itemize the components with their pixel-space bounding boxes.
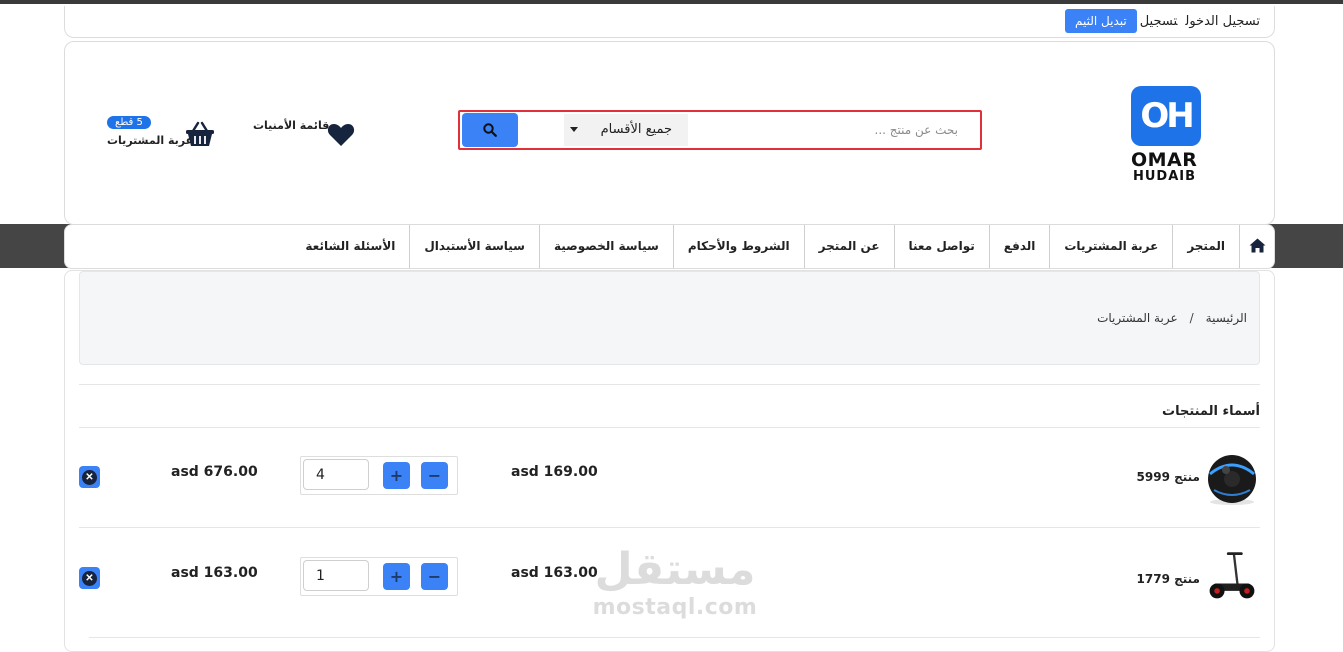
nav-item-terms[interactable]: الشروط والأحكام (672, 225, 804, 268)
increase-quantity-button[interactable]: + (383, 462, 410, 489)
chevron-down-icon (570, 127, 578, 132)
quantity-input[interactable] (303, 560, 369, 591)
remove-item-button[interactable]: ✕ (79, 567, 100, 589)
wishlist-link[interactable]: قائمة الأمنيات (253, 116, 363, 150)
search-button[interactable] (462, 113, 518, 147)
product-name[interactable]: منتج 5999 (1137, 470, 1200, 484)
nav-home[interactable] (1239, 225, 1274, 268)
watermark: مستقل mostaql.com (590, 545, 760, 625)
close-icon: ✕ (82, 470, 97, 485)
main-nav: المتجر عربة المشتريات الدفع تواصل معنا ع… (64, 224, 1275, 269)
top-strip (0, 0, 1343, 4)
product-image[interactable] (1204, 548, 1260, 604)
top-bar: تسجيل الدخول تسجيل تبديل الثيم (64, 6, 1275, 38)
logo-name-line2: HUDAIB (1133, 169, 1197, 184)
breadcrumb-current: عربة المشتريات (1097, 311, 1178, 325)
decrease-quantity-button[interactable]: − (421, 563, 448, 590)
basket-icon (186, 121, 214, 146)
product-name[interactable]: منتج 1779 (1137, 572, 1200, 586)
quantity-stepper: + − (300, 456, 458, 495)
cart-row: منتج 5999 asd 169.00 + − asd 676.00 ✕ (65, 428, 1274, 524)
line-total: asd 676.00 (171, 464, 258, 480)
decrease-quantity-button[interactable]: − (421, 462, 448, 489)
close-icon: ✕ (82, 571, 97, 586)
nav-item-privacy[interactable]: سياسة الخصوصية (538, 225, 673, 268)
breadcrumb-separator: / (1189, 311, 1194, 325)
register-link[interactable]: تسجيل (1140, 14, 1178, 29)
quantity-stepper: + − (300, 557, 458, 596)
remove-item-button[interactable]: ✕ (79, 466, 100, 488)
nav-item-contact[interactable]: تواصل معنا (893, 225, 989, 268)
logo-name-line1: OMAR (1131, 149, 1198, 171)
category-select[interactable]: جميع الأقسام (564, 114, 688, 146)
theme-toggle-button[interactable]: تبديل الثيم (1065, 9, 1137, 33)
line-total: asd 163.00 (171, 565, 258, 581)
nav-item-faq[interactable]: الأسئلة الشائعة (291, 225, 409, 268)
search-bar: جميع الأقسام (458, 110, 982, 150)
nav-item-returns[interactable]: سياسة الأستبدال (409, 225, 539, 268)
nav-item-cart[interactable]: عربة المشتريات (1049, 225, 1172, 268)
nav-item-checkout[interactable]: الدفع (988, 225, 1050, 268)
login-link[interactable]: تسجيل الدخول (1185, 14, 1260, 29)
divider (89, 637, 1260, 638)
heart-icon (327, 124, 355, 146)
cart-label: عربة المشتريات (107, 134, 194, 147)
divider (79, 384, 1260, 385)
wishlist-label: قائمة الأمنيات (253, 119, 330, 132)
nav-items: المتجر عربة المشتريات الدفع تواصل معنا ع… (291, 225, 1274, 268)
product-image[interactable] (1204, 452, 1260, 508)
site-header: OH OMAR HUDAIB جميع الأقسام قائمة الأمني… (64, 41, 1275, 225)
quantity-input[interactable] (303, 459, 369, 490)
store-logo[interactable]: OH OMAR HUDAIB (1131, 86, 1205, 186)
cart-link[interactable]: 5 قطع عربة المشتريات (107, 114, 217, 154)
increase-quantity-button[interactable]: + (383, 563, 410, 590)
breadcrumb-panel: الرئيسية / عربة المشتريات (79, 271, 1260, 365)
product-names-header: أسماء المنتجات (1162, 404, 1260, 419)
watermark-latin: mostaql.com (592, 595, 758, 620)
unit-price: asd 163.00 (511, 565, 598, 581)
search-icon (483, 123, 497, 137)
category-select-value: جميع الأقسام (600, 122, 672, 137)
search-input[interactable] (694, 114, 960, 146)
breadcrumb-home[interactable]: الرئيسية (1206, 311, 1247, 325)
logo-mark: OH (1131, 86, 1201, 146)
home-icon (1249, 238, 1265, 253)
cart-count-badge: 5 قطع (107, 116, 151, 129)
unit-price: asd 169.00 (511, 464, 598, 480)
nav-item-about[interactable]: عن المتجر (803, 225, 894, 268)
nav-item-store[interactable]: المتجر (1172, 225, 1239, 268)
watermark-arabic: مستقل (594, 544, 756, 595)
account-links: تسجيل الدخول تسجيل (1132, 14, 1260, 29)
breadcrumb: الرئيسية / عربة المشتريات (1097, 311, 1247, 325)
